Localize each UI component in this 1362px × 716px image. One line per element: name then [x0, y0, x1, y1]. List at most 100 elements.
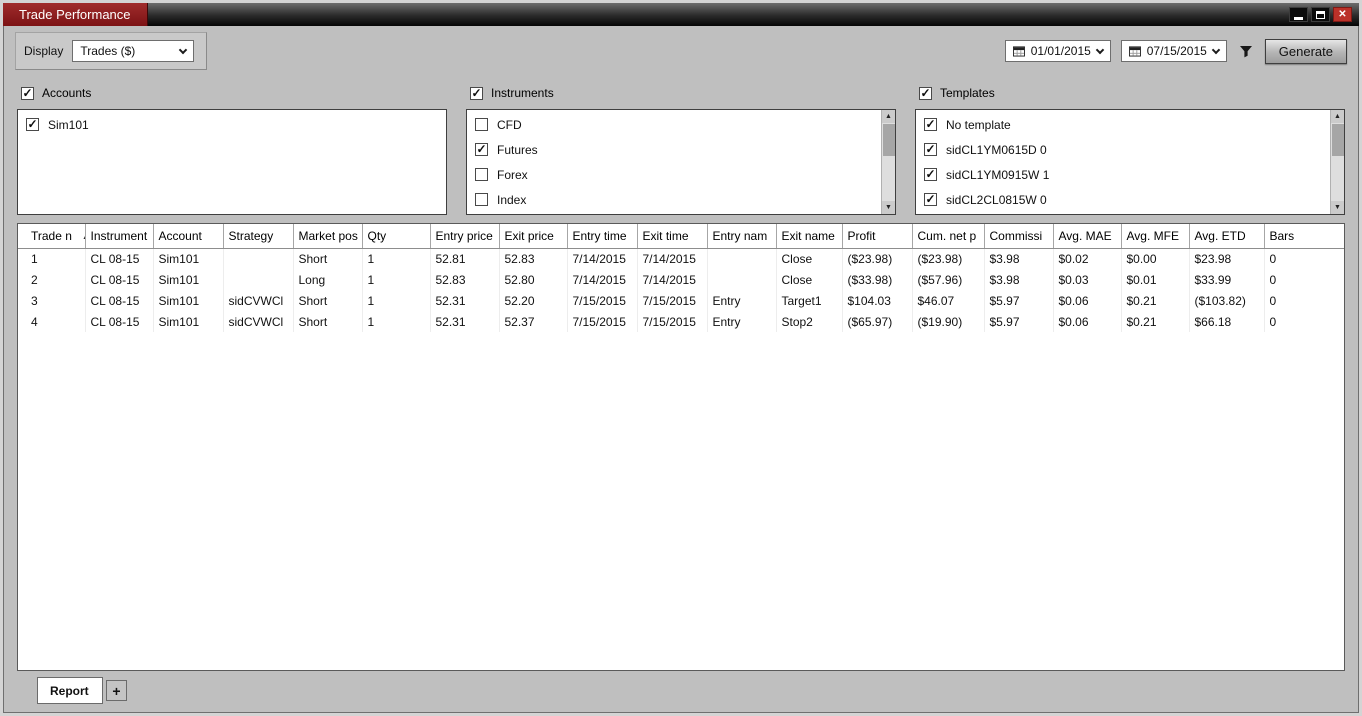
templates-listbox[interactable]: No template sidCL1YM0615D 0 sidCL1YM0915W … [915, 109, 1345, 215]
tab-report[interactable]: Report [37, 677, 103, 704]
table-cell: 7/14/2015 [637, 248, 708, 269]
list-item[interactable]: sidCL1YM0915W 1 [916, 162, 1330, 187]
table-cell: Target1 [776, 290, 843, 311]
scroll-up-icon[interactable]: ▲ [1330, 110, 1344, 123]
column-header-exit-price[interactable]: Exit price [499, 224, 568, 249]
column-header-bars[interactable]: Bars [1264, 224, 1344, 249]
list-item[interactable]: sidCL1YM0615D 0 [916, 137, 1330, 162]
scroll-up-icon[interactable]: ▲ [881, 110, 895, 123]
checkbox-icon[interactable] [924, 193, 937, 206]
checkbox-icon[interactable] [475, 168, 488, 181]
table-cell: Stop2 [776, 311, 843, 332]
list-item[interactable]: CFD [467, 112, 881, 137]
column-header-entry-price[interactable]: Entry price [430, 224, 500, 249]
column-header-cum-net-p[interactable]: Cum. net p [912, 224, 985, 249]
column-header-avg-mfe[interactable]: Avg. MFE [1121, 224, 1190, 249]
column-header-trade-n[interactable]: Trade n▲ [18, 224, 86, 249]
chevron-down-icon [1095, 45, 1105, 54]
table-cell: Short [293, 248, 363, 269]
filters-row: Accounts Sim101 Instruments CFD Futures Fo… [3, 74, 1359, 215]
column-header-profit[interactable]: Profit [842, 224, 913, 249]
table-row[interactable]: 1 CL 08-15 Sim101 Short 1 52.81 52.83 7/14/2015… [18, 248, 1344, 269]
checkbox-icon[interactable] [924, 168, 937, 181]
list-item[interactable]: No template [916, 112, 1330, 137]
table-cell: 7/15/2015 [637, 290, 708, 311]
table-cell: CL 08-15 [85, 248, 154, 269]
date-from-select[interactable]: 01/01/2015 [1004, 40, 1111, 62]
column-header-qty[interactable]: Qty [362, 224, 431, 249]
table-row[interactable]: 2 CL 08-15 Sim101 Long 1 52.83 52.80 7/14/2015 7… [18, 269, 1344, 290]
column-header-exit-time[interactable]: Exit time [637, 224, 708, 249]
table-row[interactable]: 4 CL 08-15 Sim101 sidCVWCl Short 1 52.31 52.37 7… [18, 311, 1344, 332]
column-header-avg-mae[interactable]: Avg. MAE [1053, 224, 1122, 249]
table-cell: Entry [707, 311, 777, 332]
column-header-account[interactable]: Account [153, 224, 224, 249]
filter-button[interactable] [1237, 40, 1255, 62]
checkbox-icon[interactable] [475, 143, 488, 156]
scrollbar[interactable]: ▲ ▼ [1330, 110, 1344, 214]
checkbox-icon[interactable] [475, 118, 488, 131]
window-title-tab[interactable]: Trade Performance [3, 3, 148, 26]
list-item[interactable]: sidCL2CL0815W 0 [916, 187, 1330, 212]
table-cell: ($33.98) [842, 269, 913, 290]
table-cell: $104.03 [842, 290, 913, 311]
column-header-label: Instrument [90, 228, 148, 243]
maximize-button[interactable] [1311, 7, 1330, 22]
scrollbar-thumb[interactable] [882, 124, 895, 156]
table-cell: sidCVWCl [223, 311, 294, 332]
checkbox-icon[interactable] [924, 143, 937, 156]
templates-checkbox[interactable] [919, 86, 932, 100]
table-cell: 52.20 [499, 290, 568, 311]
accounts-checkbox[interactable] [21, 86, 34, 100]
templates-label: Templates [940, 86, 995, 100]
instruments-listbox[interactable]: CFD Futures Forex Index ▲ ▼ [466, 109, 896, 215]
scrollbar-thumb[interactable] [1331, 124, 1344, 156]
column-header-commissi[interactable]: Commissi [984, 224, 1054, 249]
chevron-down-icon [179, 45, 188, 54]
add-tab-button[interactable]: + [106, 680, 127, 701]
scroll-down-icon[interactable]: ▼ [881, 201, 895, 214]
instruments-label: Instruments [491, 86, 554, 100]
column-header-instrument[interactable]: Instrument [85, 224, 154, 249]
table-cell: 1 [362, 290, 431, 311]
display-select[interactable]: Trades ($) [72, 40, 195, 62]
column-header-label: Exit time [642, 228, 689, 243]
date-to-select[interactable]: 07/15/2015 [1120, 40, 1227, 62]
instruments-checkbox[interactable] [470, 86, 483, 100]
trade-performance-window: Trade Performance ✕ Display Trades ($) 0… [0, 0, 1362, 716]
column-header-market-pos[interactable]: Market pos [293, 224, 363, 249]
list-item[interactable]: Sim101 [18, 112, 446, 137]
column-header-exit-name[interactable]: Exit name [776, 224, 843, 249]
checkbox-icon[interactable] [924, 118, 937, 131]
list-item[interactable]: Forex [467, 162, 881, 187]
table-row[interactable]: 3 CL 08-15 Sim101 sidCVWCl Short 1 52.31 52.20 7… [18, 290, 1344, 311]
toolbar-right: 01/01/2015 07/15/2015 Generate [1004, 38, 1347, 64]
list-item[interactable]: Futures [467, 137, 881, 162]
column-header-entry-nam[interactable]: Entry nam [707, 224, 777, 249]
scroll-down-icon[interactable]: ▼ [1330, 201, 1344, 214]
list-item-label: sidCL1YM0915W 1 [946, 167, 1050, 182]
table-cell: 1 [362, 269, 431, 290]
checkbox-icon[interactable] [475, 193, 488, 206]
column-header-label: Exit name [781, 228, 835, 243]
column-header-label: Trade n [31, 228, 72, 243]
table-cell: 1 [362, 311, 431, 332]
table-cell: $0.03 [1053, 269, 1122, 290]
generate-button[interactable]: Generate [1264, 38, 1347, 64]
checkbox-icon[interactable] [26, 118, 39, 131]
close-button[interactable]: ✕ [1333, 7, 1352, 22]
minimize-button[interactable] [1289, 7, 1308, 22]
table-cell: Entry [707, 290, 777, 311]
table-cell: Sim101 [153, 311, 224, 332]
table-cell: 7/14/2015 [567, 248, 638, 269]
grid-header-row: Trade n▲ Instrument Account Strategy Market … [18, 224, 1344, 249]
column-header-avg-etd[interactable]: Avg. ETD [1189, 224, 1265, 249]
accounts-listbox[interactable]: Sim101 [17, 109, 447, 215]
table-cell: $0.21 [1121, 290, 1190, 311]
column-header-label: Cum. net p [917, 228, 977, 243]
column-header-entry-time[interactable]: Entry time [567, 224, 638, 249]
column-header-strategy[interactable]: Strategy [223, 224, 294, 249]
column-header-label: Avg. MAE [1058, 228, 1112, 243]
list-item[interactable]: Index [467, 187, 881, 212]
scrollbar[interactable]: ▲ ▼ [881, 110, 895, 214]
